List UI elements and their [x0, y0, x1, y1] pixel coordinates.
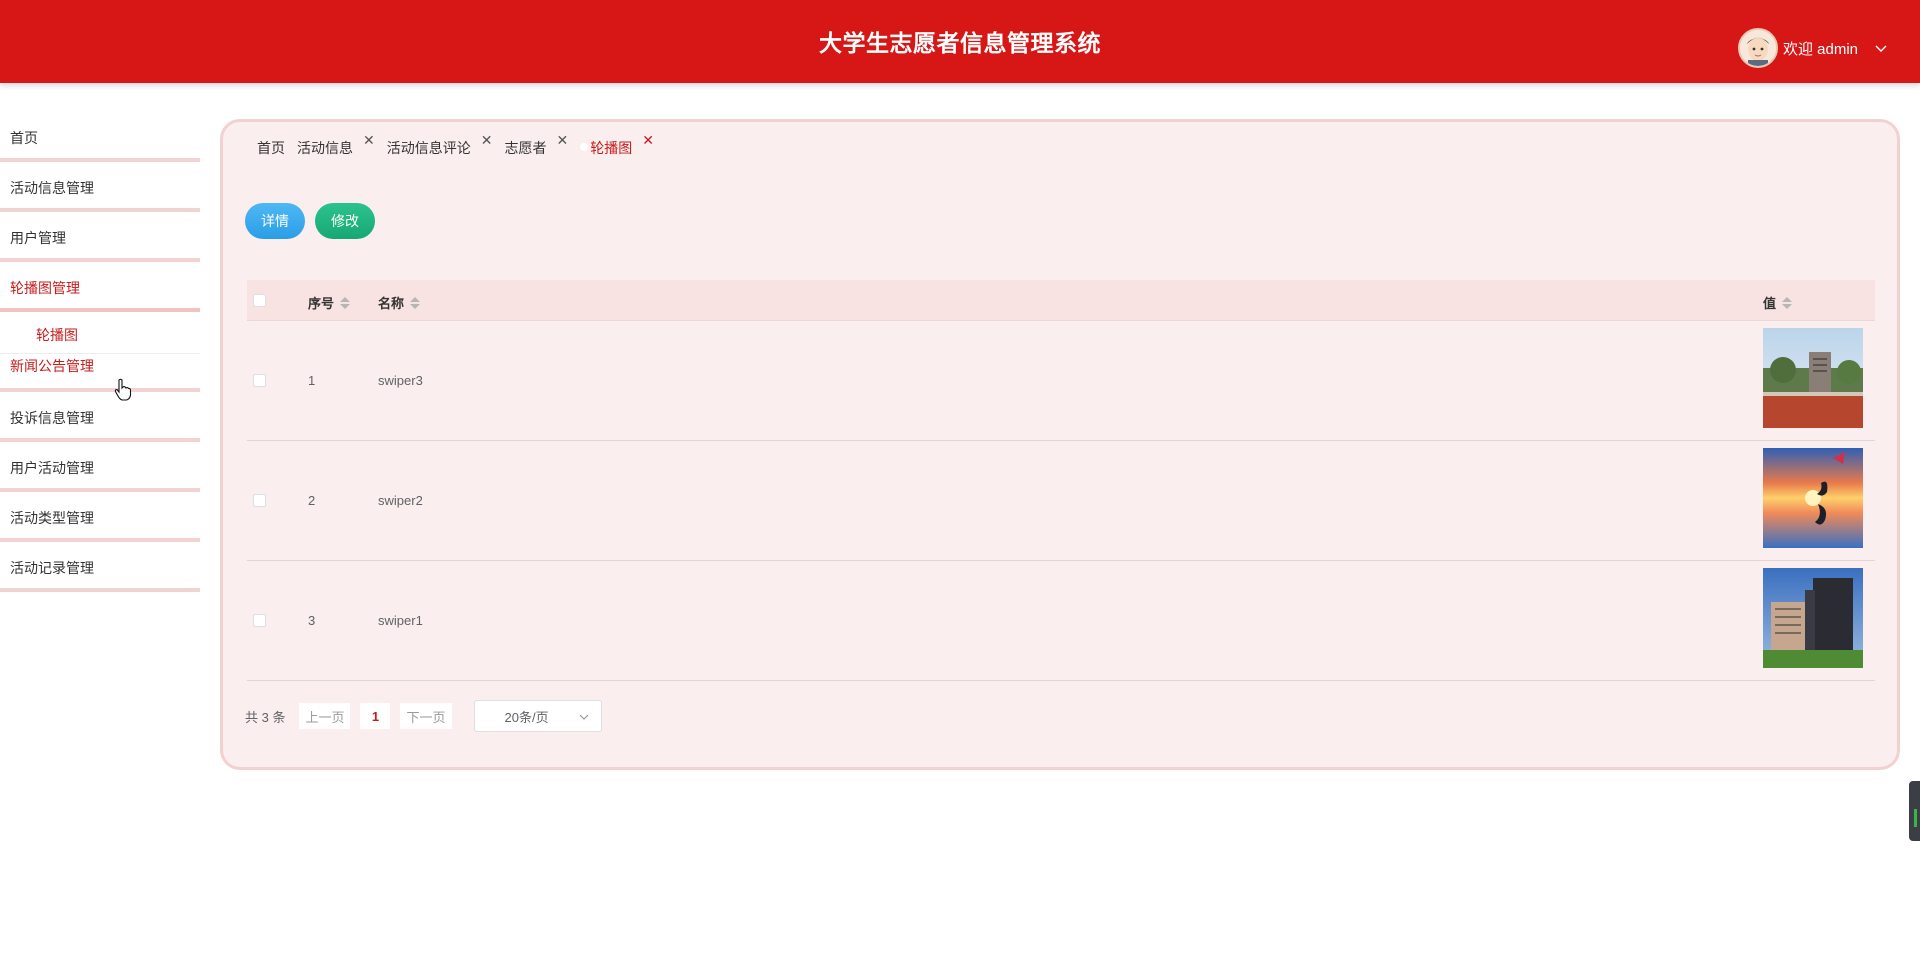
- close-icon[interactable]: ✕: [642, 132, 654, 149]
- avatar[interactable]: [1738, 28, 1778, 68]
- tab-label: 首页: [257, 140, 285, 156]
- tab-carousel[interactable]: 轮播图 ✕: [580, 132, 654, 158]
- app-title: 大学生志愿者信息管理系统: [819, 30, 1101, 56]
- row-checkbox[interactable]: [253, 494, 266, 507]
- table-header: 序号 名称 值: [247, 280, 1875, 321]
- sidebar-subitem-carousel[interactable]: 轮播图: [0, 312, 200, 354]
- next-page-button[interactable]: 下一页: [400, 703, 452, 729]
- column-header-label: 值: [1763, 296, 1777, 311]
- sidebar-item-user-activity[interactable]: 用户活动管理: [0, 442, 200, 492]
- side-toolbar-indicator: [1914, 809, 1917, 827]
- side-toolbar-handle[interactable]: [1909, 781, 1920, 841]
- active-dot-icon: [580, 143, 589, 151]
- user-menu[interactable]: 欢迎 admin: [1738, 28, 1888, 68]
- row-image[interactable]: [1763, 448, 1863, 548]
- sidebar-item-activity-type[interactable]: 活动类型管理: [0, 492, 200, 542]
- table-row[interactable]: 3 swiper1: [247, 561, 1875, 681]
- sunset-image-icon: [1763, 448, 1863, 548]
- sort-icon[interactable]: [340, 296, 351, 309]
- sidebar-item-news[interactable]: 新闻公告管理: [0, 354, 200, 392]
- tab-home[interactable]: 首页: [257, 138, 285, 158]
- main-panel: 首页 活动信息 ✕ 活动信息评论 ✕ 志愿者 ✕ 轮播图 ✕ 详情 修改 序号: [220, 119, 1900, 770]
- sidebar-item-activity-record[interactable]: 活动记录管理: [0, 542, 200, 592]
- sort-icon[interactable]: [410, 296, 421, 309]
- row-index: 2: [308, 493, 316, 508]
- total-count: 共 3 条: [245, 709, 286, 725]
- close-icon[interactable]: ✕: [556, 132, 568, 149]
- column-header-label: 名称: [378, 296, 405, 311]
- column-header-label: 序号: [308, 296, 335, 311]
- tab-label: 志愿者: [504, 140, 547, 156]
- row-name: swiper2: [378, 493, 423, 508]
- prev-page-button[interactable]: 上一页: [299, 703, 351, 729]
- sidebar-item-label: 活动记录管理: [10, 560, 94, 576]
- table-row[interactable]: 2 swiper2: [247, 441, 1875, 561]
- column-header-index[interactable]: 序号: [308, 293, 351, 312]
- chevron-down-icon: [579, 714, 588, 720]
- tab-label: 活动信息: [297, 140, 353, 156]
- sidebar-item-label: 活动信息管理: [10, 180, 94, 196]
- building-image-icon: [1763, 568, 1863, 668]
- sidebar-item-home[interactable]: 首页: [0, 112, 200, 162]
- page-size-select[interactable]: 20条/页: [473, 700, 602, 732]
- sidebar-item-activity-info[interactable]: 活动信息管理: [0, 162, 200, 212]
- campus-image-icon: [1763, 328, 1863, 428]
- row-name: swiper1: [378, 613, 423, 628]
- sidebar-item-users[interactable]: 用户管理: [0, 212, 200, 262]
- tab-activity-info[interactable]: 活动信息 ✕: [297, 132, 375, 158]
- tab-bar: 首页 活动信息 ✕ 活动信息评论 ✕ 志愿者 ✕ 轮播图 ✕: [257, 132, 666, 158]
- row-image[interactable]: [1763, 568, 1863, 668]
- sidebar: 首页 活动信息管理 用户管理 轮播图管理 轮播图 新闻公告管理 投诉信息管理 用…: [0, 112, 200, 592]
- row-image[interactable]: [1763, 328, 1863, 428]
- tab-label: 活动信息评论: [386, 140, 471, 156]
- sidebar-item-label: 投诉信息管理: [10, 410, 94, 426]
- avatar-face-icon: [1740, 30, 1776, 66]
- chevron-down-icon[interactable]: [1874, 41, 1888, 55]
- sidebar-item-label: 用户管理: [10, 230, 66, 246]
- tab-label: 轮播图: [590, 140, 633, 156]
- close-icon[interactable]: ✕: [481, 132, 493, 149]
- hand-cursor-icon: [114, 378, 132, 401]
- top-header: 大学生志愿者信息管理系统 欢迎 admin: [0, 0, 1920, 83]
- sidebar-item-label: 新闻公告管理: [10, 358, 94, 374]
- sidebar-item-carousel[interactable]: 轮播图管理: [0, 262, 200, 312]
- row-index: 1: [308, 373, 316, 388]
- sidebar-item-complaints[interactable]: 投诉信息管理: [0, 392, 200, 442]
- column-header-value[interactable]: 值: [1763, 293, 1793, 312]
- tab-volunteers[interactable]: 志愿者 ✕: [504, 132, 568, 158]
- table-row[interactable]: 1 swiper3: [247, 321, 1875, 441]
- row-checkbox[interactable]: [253, 614, 266, 627]
- sidebar-item-label: 轮播图管理: [10, 280, 80, 296]
- sidebar-item-label: 首页: [10, 130, 38, 146]
- current-page[interactable]: 1: [360, 703, 391, 729]
- row-index: 3: [308, 613, 316, 628]
- welcome-text: 欢迎 admin: [1783, 40, 1859, 58]
- select-all-checkbox[interactable]: [253, 294, 266, 307]
- edit-button[interactable]: 修改: [315, 203, 375, 239]
- column-header-name[interactable]: 名称: [378, 293, 421, 312]
- sort-icon[interactable]: [1782, 296, 1793, 309]
- close-icon[interactable]: ✕: [363, 132, 375, 149]
- row-name: swiper3: [378, 373, 423, 388]
- sidebar-subitem-label: 轮播图: [36, 327, 78, 343]
- tab-activity-comments[interactable]: 活动信息评论 ✕: [386, 132, 493, 158]
- pagination: 共 3 条 上一页 1 下一页 20条/页: [245, 700, 602, 732]
- row-checkbox[interactable]: [253, 374, 266, 387]
- page-size-value: 20条/页: [504, 709, 549, 725]
- detail-button[interactable]: 详情: [245, 203, 305, 239]
- sidebar-item-label: 活动类型管理: [10, 510, 94, 526]
- sidebar-item-label: 用户活动管理: [10, 460, 94, 476]
- data-table: 序号 名称 值 1 swiper3 2 swiper2 3 swiper1: [247, 280, 1875, 681]
